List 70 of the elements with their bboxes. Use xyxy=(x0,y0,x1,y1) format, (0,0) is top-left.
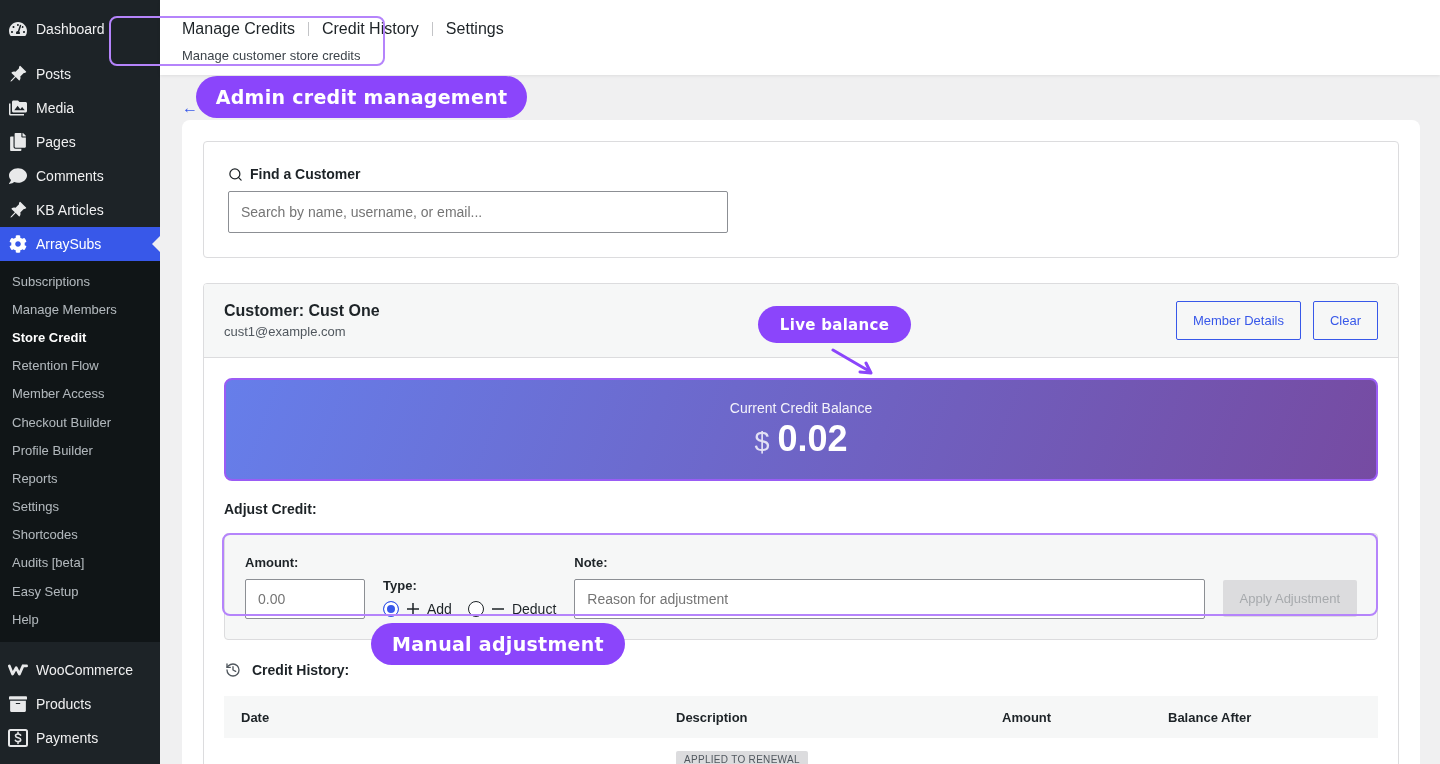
submenu-item[interactable]: Subscriptions xyxy=(0,267,160,296)
archive-box-icon xyxy=(9,695,27,714)
callout-label: Admin credit management xyxy=(196,76,527,118)
callout-arrow xyxy=(831,347,875,377)
section-title: Find a Customer xyxy=(250,166,361,182)
submenu-item[interactable]: Member Access xyxy=(0,379,160,408)
balance-amount: 0.02 xyxy=(777,417,848,460)
customer-name: Customer: Cust One xyxy=(224,302,380,320)
amount-field[interactable]: 0.00 xyxy=(245,579,365,619)
minus-icon xyxy=(491,608,504,610)
submenu-item[interactable]: Shortcodes xyxy=(0,520,160,549)
dollar-card-icon xyxy=(8,729,28,748)
balance-label: Current Credit Balance xyxy=(729,399,873,416)
submenu-item[interactable]: Profile Builder xyxy=(0,436,160,465)
field-label: Type: xyxy=(383,578,417,594)
note-field[interactable]: Reason for adjustment xyxy=(574,579,1205,619)
back-link[interactable]: ← xyxy=(182,98,198,117)
history-icon xyxy=(225,662,241,678)
column-header: Description xyxy=(676,709,748,725)
submenu-item[interactable]: Store Credit xyxy=(0,323,160,352)
images-icon xyxy=(9,99,27,117)
sidebar-item[interactable]: Comments xyxy=(0,159,160,193)
submenu-item[interactable]: Retention Flow xyxy=(0,351,160,380)
outline-button[interactable]: Member Details xyxy=(1175,301,1301,340)
sidebar-item[interactable]: Products xyxy=(0,687,160,722)
callout-label: Live balance xyxy=(758,306,911,343)
sidebar-item[interactable]: WooCommerce xyxy=(0,653,160,688)
speech-bubble-icon xyxy=(9,167,27,185)
search-icon xyxy=(228,166,243,182)
sidebar-item[interactable]: Pages xyxy=(0,125,160,159)
submenu-item[interactable]: Manage Members xyxy=(0,295,160,324)
plus-icon xyxy=(407,603,419,615)
radio-label: Add xyxy=(427,601,452,617)
radio-label: Deduct xyxy=(511,601,557,617)
outline-button[interactable]: Clear xyxy=(1312,301,1378,340)
gear-icon xyxy=(9,235,27,253)
submenu-item[interactable]: Reports xyxy=(0,464,160,493)
gauge-icon xyxy=(9,20,27,38)
customer-email: cust1@example.com xyxy=(224,324,346,339)
documents-icon xyxy=(9,133,27,151)
sidebar-item[interactable]: ArraySubs xyxy=(0,227,160,261)
submenu-item[interactable]: Checkout Builder xyxy=(0,407,160,437)
submenu-item[interactable]: Audits [beta] xyxy=(0,548,160,578)
submenu-item[interactable]: Help xyxy=(0,605,160,634)
sidebar-item[interactable]: Media xyxy=(0,91,160,125)
pointer-triangle-icon xyxy=(152,236,160,252)
sidebar-item[interactable]: Posts xyxy=(0,57,160,91)
currency-symbol: $ xyxy=(754,426,770,458)
sidebar-item[interactable]: Payments xyxy=(0,721,160,756)
section-title: Adjust Credit: xyxy=(224,501,317,517)
nav-link[interactable]: Manage Credits xyxy=(182,20,295,38)
pushpin-icon xyxy=(9,65,27,83)
pushpin-icon xyxy=(9,201,27,219)
field-label: Note: xyxy=(574,555,608,571)
submenu-item[interactable]: Easy Setup xyxy=(0,577,160,606)
w-logo-icon xyxy=(8,664,28,677)
page-subtitle: Manage customer store credits xyxy=(182,48,361,63)
section-title: Credit History: xyxy=(252,662,350,678)
field-label: Amount: xyxy=(245,555,299,571)
nav-link[interactable]: Credit History xyxy=(321,20,419,38)
sidebar-item[interactable]: Dashboard xyxy=(0,12,160,46)
callout-label: Manual adjustment xyxy=(371,623,625,665)
column-header: Balance After xyxy=(1168,709,1252,725)
column-header: Amount xyxy=(1002,709,1052,725)
column-header: Date xyxy=(241,709,270,725)
submenu-item[interactable]: Settings xyxy=(0,492,160,521)
nav-link[interactable]: Settings xyxy=(445,20,504,38)
sidebar-item[interactable]: KB Articles xyxy=(0,193,160,227)
status-tag: APPLIED TO RENEWAL xyxy=(676,751,808,764)
search-field[interactable]: Search by name, username, or email... xyxy=(228,191,728,233)
